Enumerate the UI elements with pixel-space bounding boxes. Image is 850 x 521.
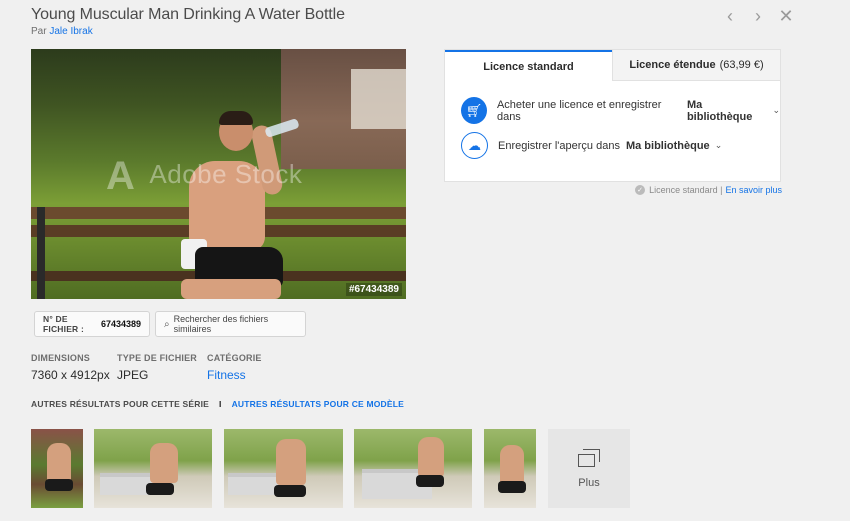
check-icon: ✓ — [635, 185, 646, 195]
series-results-link[interactable]: AUTRES RÉSULTATS POUR CETTE SÉRIE — [31, 399, 209, 409]
related-thumbnail[interactable] — [484, 429, 536, 508]
find-similar-button[interactable]: ⌕ Rechercher des fichiers similaires — [155, 311, 306, 337]
file-number-button[interactable]: N° DE FICHIER : 67434389 — [34, 311, 150, 337]
more-results-button[interactable]: Plus — [548, 429, 630, 508]
viewer-nav: ‹ › ✕ — [720, 6, 796, 26]
tab-licence-standard[interactable]: Licence standard — [445, 50, 612, 81]
watermark: A Adobe Stock — [106, 154, 303, 198]
category-link[interactable]: Fitness — [207, 368, 262, 382]
related-thumbnail[interactable] — [354, 429, 472, 508]
related-thumbnail[interactable] — [94, 429, 212, 508]
author-link[interactable]: Jale Ibrak — [49, 26, 92, 37]
chevron-left-icon[interactable]: ‹ — [720, 6, 740, 26]
search-icon: ⌕ — [164, 318, 170, 330]
meta-file-type: TYPE DE FICHIER JPEG — [117, 353, 198, 382]
chevron-down-icon: ⌄ — [772, 105, 780, 115]
model-results-link[interactable]: AUTRES RÉSULTATS POUR CE MODÈLE — [232, 399, 404, 409]
stack-icon — [578, 448, 600, 467]
library-dropdown[interactable]: Ma bibliothèque — [626, 140, 710, 152]
cart-add-icon: 🛒︎ — [461, 97, 487, 124]
extended-price: (63,99 €) — [719, 59, 764, 71]
meta-category: CATÉGORIE Fitness — [207, 353, 262, 382]
licence-note: ✓ Licence standard | En savoir plus — [635, 185, 782, 195]
buy-licence-action[interactable]: 🛒︎ Acheter une licence et enregistrer da… — [461, 97, 780, 124]
meta-dimensions: DIMENSIONS 7360 x 4912px — [31, 353, 110, 382]
cloud-download-icon: ☁ — [461, 132, 488, 159]
byline-prefix: Par — [31, 26, 47, 37]
page-title: Young Muscular Man Drinking A Water Bott… — [31, 6, 345, 23]
library-dropdown[interactable]: Ma bibliothèque — [687, 99, 768, 123]
byline: Par Jale Ibrak — [31, 26, 93, 37]
related-thumbnail[interactable] — [31, 429, 83, 508]
chevron-down-icon: ⌄ — [714, 140, 723, 150]
related-thumbnail[interactable] — [224, 429, 343, 508]
main-preview-image[interactable]: A Adobe Stock #67434389 — [31, 49, 406, 299]
chevron-right-icon[interactable]: › — [748, 6, 768, 26]
close-icon[interactable]: ✕ — [776, 6, 796, 26]
licence-panel: Licence standard Licence étendue (63,99 €… — [444, 49, 781, 182]
save-preview-action[interactable]: ☁ Enregistrer l'aperçu dans Ma bibliothè… — [461, 132, 722, 159]
learn-more-link[interactable]: En savoir plus — [725, 185, 782, 195]
tab-licence-extended[interactable]: Licence étendue (63,99 €) — [612, 50, 780, 81]
image-id-tag: #67434389 — [345, 283, 402, 296]
related-results-bar: AUTRES RÉSULTATS POUR CETTE SÉRIE I AUTR… — [31, 399, 405, 409]
